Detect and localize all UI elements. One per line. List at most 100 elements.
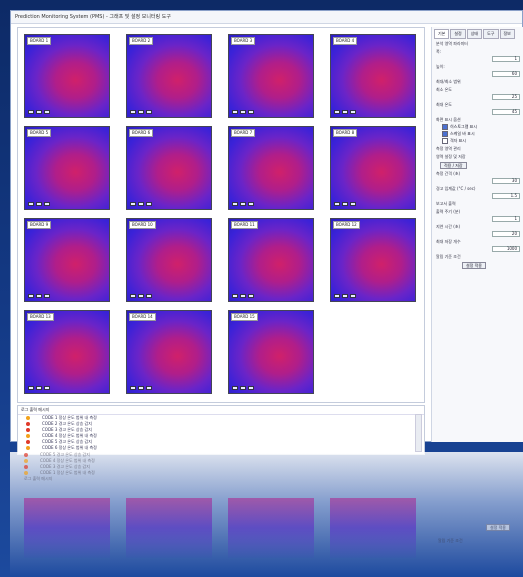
settings-panel: 기본 설정 상태 도구 정보 분석 영역 파라미터 폭: 1 높이: 60 최대… [431, 27, 523, 442]
zoom-in-icon[interactable] [138, 202, 144, 206]
thermal-cell[interactable]: BOARD 15 [228, 310, 314, 394]
reflection-log-header: 로그 출력 메시지 [24, 476, 53, 481]
menu-icon[interactable] [248, 294, 254, 298]
zoom-in-icon[interactable] [240, 110, 246, 114]
zoom-in-icon[interactable] [138, 386, 144, 390]
label-limit: 경고 임계값 (°C / sec) [436, 186, 476, 191]
menu-icon[interactable] [44, 386, 50, 390]
menu-icon[interactable] [146, 294, 152, 298]
status-dot-icon [26, 446, 30, 450]
section-measure: 측정 영역 관리 [436, 146, 461, 151]
thermal-cell[interactable]: BOARD 11 [228, 218, 314, 302]
menu-icon[interactable] [146, 110, 152, 114]
reflection-button: 설정 적용 [486, 524, 510, 531]
cell-controls [130, 294, 152, 298]
zoom-out-icon[interactable] [334, 202, 340, 206]
thermal-cell[interactable]: BOARD 5 [24, 126, 110, 210]
zoom-out-icon[interactable] [130, 294, 136, 298]
cell-label: BOARD 13 [27, 313, 54, 321]
thermal-cell[interactable]: BOARD 4 [330, 34, 416, 118]
settings-tabs: 기본 설정 상태 도구 정보 [432, 27, 523, 39]
zoom-out-icon[interactable] [232, 386, 238, 390]
status-dot-icon [26, 416, 30, 420]
menu-icon[interactable] [44, 110, 50, 114]
apply-save-button[interactable]: 적용 / 저장 [440, 162, 467, 169]
histogram-checkbox[interactable]: 히스토그램 표시 [432, 123, 523, 130]
zoom-in-icon[interactable] [342, 202, 348, 206]
thermal-cell[interactable]: BOARD 9 [24, 218, 110, 302]
zoom-in-icon[interactable] [36, 110, 42, 114]
tab-info[interactable]: 정보 [499, 29, 515, 39]
zoom-out-icon[interactable] [334, 110, 340, 114]
zoom-in-icon[interactable] [240, 202, 246, 206]
thermal-cell[interactable]: BOARD 1 [24, 34, 110, 118]
zoom-in-icon[interactable] [240, 386, 246, 390]
tab-tools[interactable]: 도구 [483, 29, 499, 39]
zoom-in-icon[interactable] [342, 110, 348, 114]
zoom-out-icon[interactable] [232, 202, 238, 206]
zoom-out-icon[interactable] [130, 202, 136, 206]
zoom-in-icon[interactable] [36, 386, 42, 390]
thermal-cell[interactable]: BOARD 7 [228, 126, 314, 210]
tab-basic[interactable]: 기본 [434, 29, 450, 39]
label-measure-sub: 영역 설정 및 저장 [436, 154, 466, 159]
menu-icon[interactable] [350, 294, 356, 298]
zoom-out-icon[interactable] [28, 202, 34, 206]
menu-icon[interactable] [146, 386, 152, 390]
status-dot-icon [26, 440, 30, 444]
tab-settings[interactable]: 설정 [450, 29, 466, 39]
thermal-cell[interactable]: BOARD 8 [330, 126, 416, 210]
cell-label: BOARD 7 [231, 129, 256, 137]
thermal-cell[interactable]: BOARD 2 [126, 34, 212, 118]
status-dot-icon [24, 471, 28, 475]
thermal-cell[interactable]: BOARD 3 [228, 34, 314, 118]
menu-icon[interactable] [248, 386, 254, 390]
menu-icon[interactable] [350, 110, 356, 114]
menu-icon[interactable] [146, 202, 152, 206]
thermal-cell[interactable]: BOARD 10 [126, 218, 212, 302]
zoom-in-icon[interactable] [138, 110, 144, 114]
tab-status[interactable]: 상태 [466, 29, 483, 39]
reflection-cell [24, 498, 110, 558]
log-panel: 로그 출력 메시지 CODE 1 정상 온도 범위 내 측정 CODE 2 경고 … [17, 405, 425, 455]
menu-icon[interactable] [248, 110, 254, 114]
thermal-cell[interactable]: BOARD 14 [126, 310, 212, 394]
log-scrollbar[interactable] [415, 414, 422, 452]
menu-icon[interactable] [248, 202, 254, 206]
menu-icon[interactable] [44, 202, 50, 206]
zoom-in-icon[interactable] [138, 294, 144, 298]
cell-controls [334, 294, 356, 298]
set-apply-button[interactable]: 설정 적용 [462, 262, 486, 269]
zoom-out-icon[interactable] [28, 110, 34, 114]
zoom-out-icon[interactable] [28, 294, 34, 298]
menu-icon[interactable] [350, 202, 356, 206]
cell-label: BOARD 4 [333, 37, 358, 45]
status-dot-icon [26, 428, 30, 432]
thermal-cell[interactable]: BOARD 12 [330, 218, 416, 302]
thermal-cell[interactable]: BOARD 6 [126, 126, 212, 210]
scalebar-checkbox[interactable]: 스케일 바 표시 [432, 130, 523, 137]
zoom-in-icon[interactable] [240, 294, 246, 298]
grid-checkbox[interactable]: 격자 표시 [432, 137, 523, 144]
thermal-cell[interactable]: BOARD 13 [24, 310, 110, 394]
zoom-out-icon[interactable] [130, 110, 136, 114]
window-title: Prediction Monitoring System (PMS) - 그래프… [11, 11, 522, 24]
zoom-out-icon[interactable] [334, 294, 340, 298]
cell-label: BOARD 8 [333, 129, 358, 137]
zoom-in-icon[interactable] [342, 294, 348, 298]
cell-label: BOARD 12 [333, 221, 360, 229]
cell-label: BOARD 9 [27, 221, 52, 229]
section-display: 화면 표시 옵션 [436, 117, 461, 122]
zoom-out-icon[interactable] [130, 386, 136, 390]
zoom-out-icon[interactable] [28, 386, 34, 390]
cell-label: BOARD 3 [231, 37, 256, 45]
zoom-in-icon[interactable] [36, 294, 42, 298]
zoom-in-icon[interactable] [36, 202, 42, 206]
cell-controls [130, 386, 152, 390]
menu-icon[interactable] [44, 294, 50, 298]
zoom-out-icon[interactable] [232, 110, 238, 114]
log-row[interactable]: CODE 6 정상 온도 범위 내 측정 [18, 445, 424, 451]
label-width: 폭: [436, 49, 442, 54]
log-list: CODE 1 정상 온도 범위 내 측정 CODE 2 경고 온도 상승 감지 CO… [18, 415, 424, 451]
zoom-out-icon[interactable] [232, 294, 238, 298]
